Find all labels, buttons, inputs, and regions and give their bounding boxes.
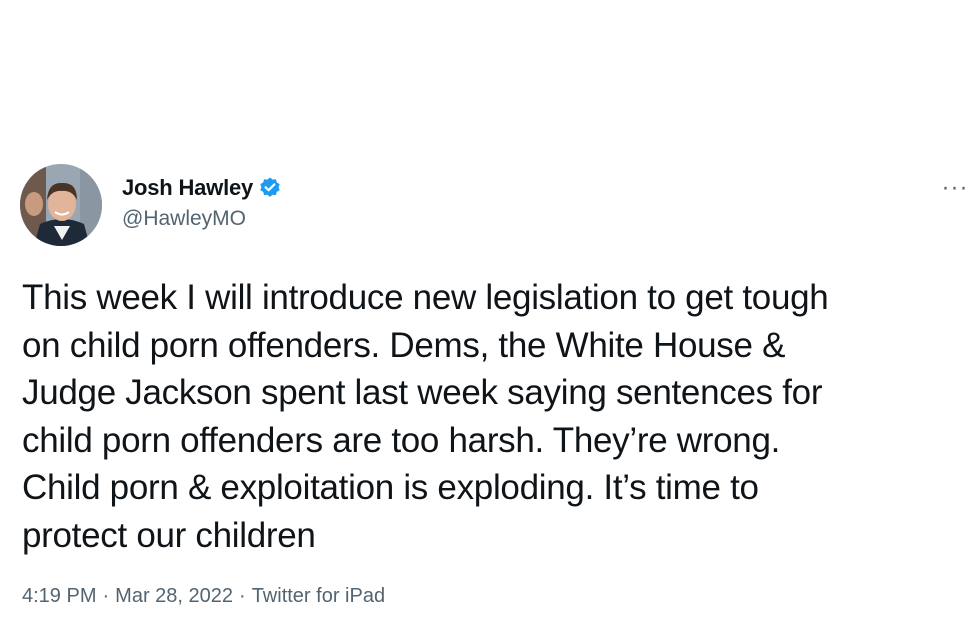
tweet-card: Josh Hawley @HawleyMO ··· This week I wi… bbox=[0, 0, 980, 630]
tweet-date[interactable]: Mar 28, 2022 bbox=[115, 585, 233, 607]
meta-separator: · bbox=[239, 585, 246, 607]
tweet-time[interactable]: 4:19 PM bbox=[22, 585, 96, 607]
author-display-name[interactable]: Josh Hawley bbox=[122, 175, 253, 201]
meta-separator: · bbox=[102, 585, 110, 607]
tweet-text: This week I will introduce new legislati… bbox=[22, 278, 829, 555]
avatar-photo bbox=[20, 164, 102, 246]
author-handle[interactable]: @HawleyMO bbox=[122, 207, 282, 231]
author-block: Josh Hawley @HawleyMO bbox=[122, 172, 282, 231]
tweet-source[interactable]: Twitter for iPad bbox=[252, 585, 385, 607]
more-options-icon[interactable]: ··· bbox=[940, 176, 970, 200]
avatar[interactable] bbox=[20, 164, 102, 246]
author-name-row: Josh Hawley bbox=[122, 172, 282, 204]
verified-badge-icon bbox=[258, 176, 282, 200]
tweet-metadata: 4:19 PM · Mar 28, 2022 · Twitter for iPad bbox=[22, 585, 385, 608]
